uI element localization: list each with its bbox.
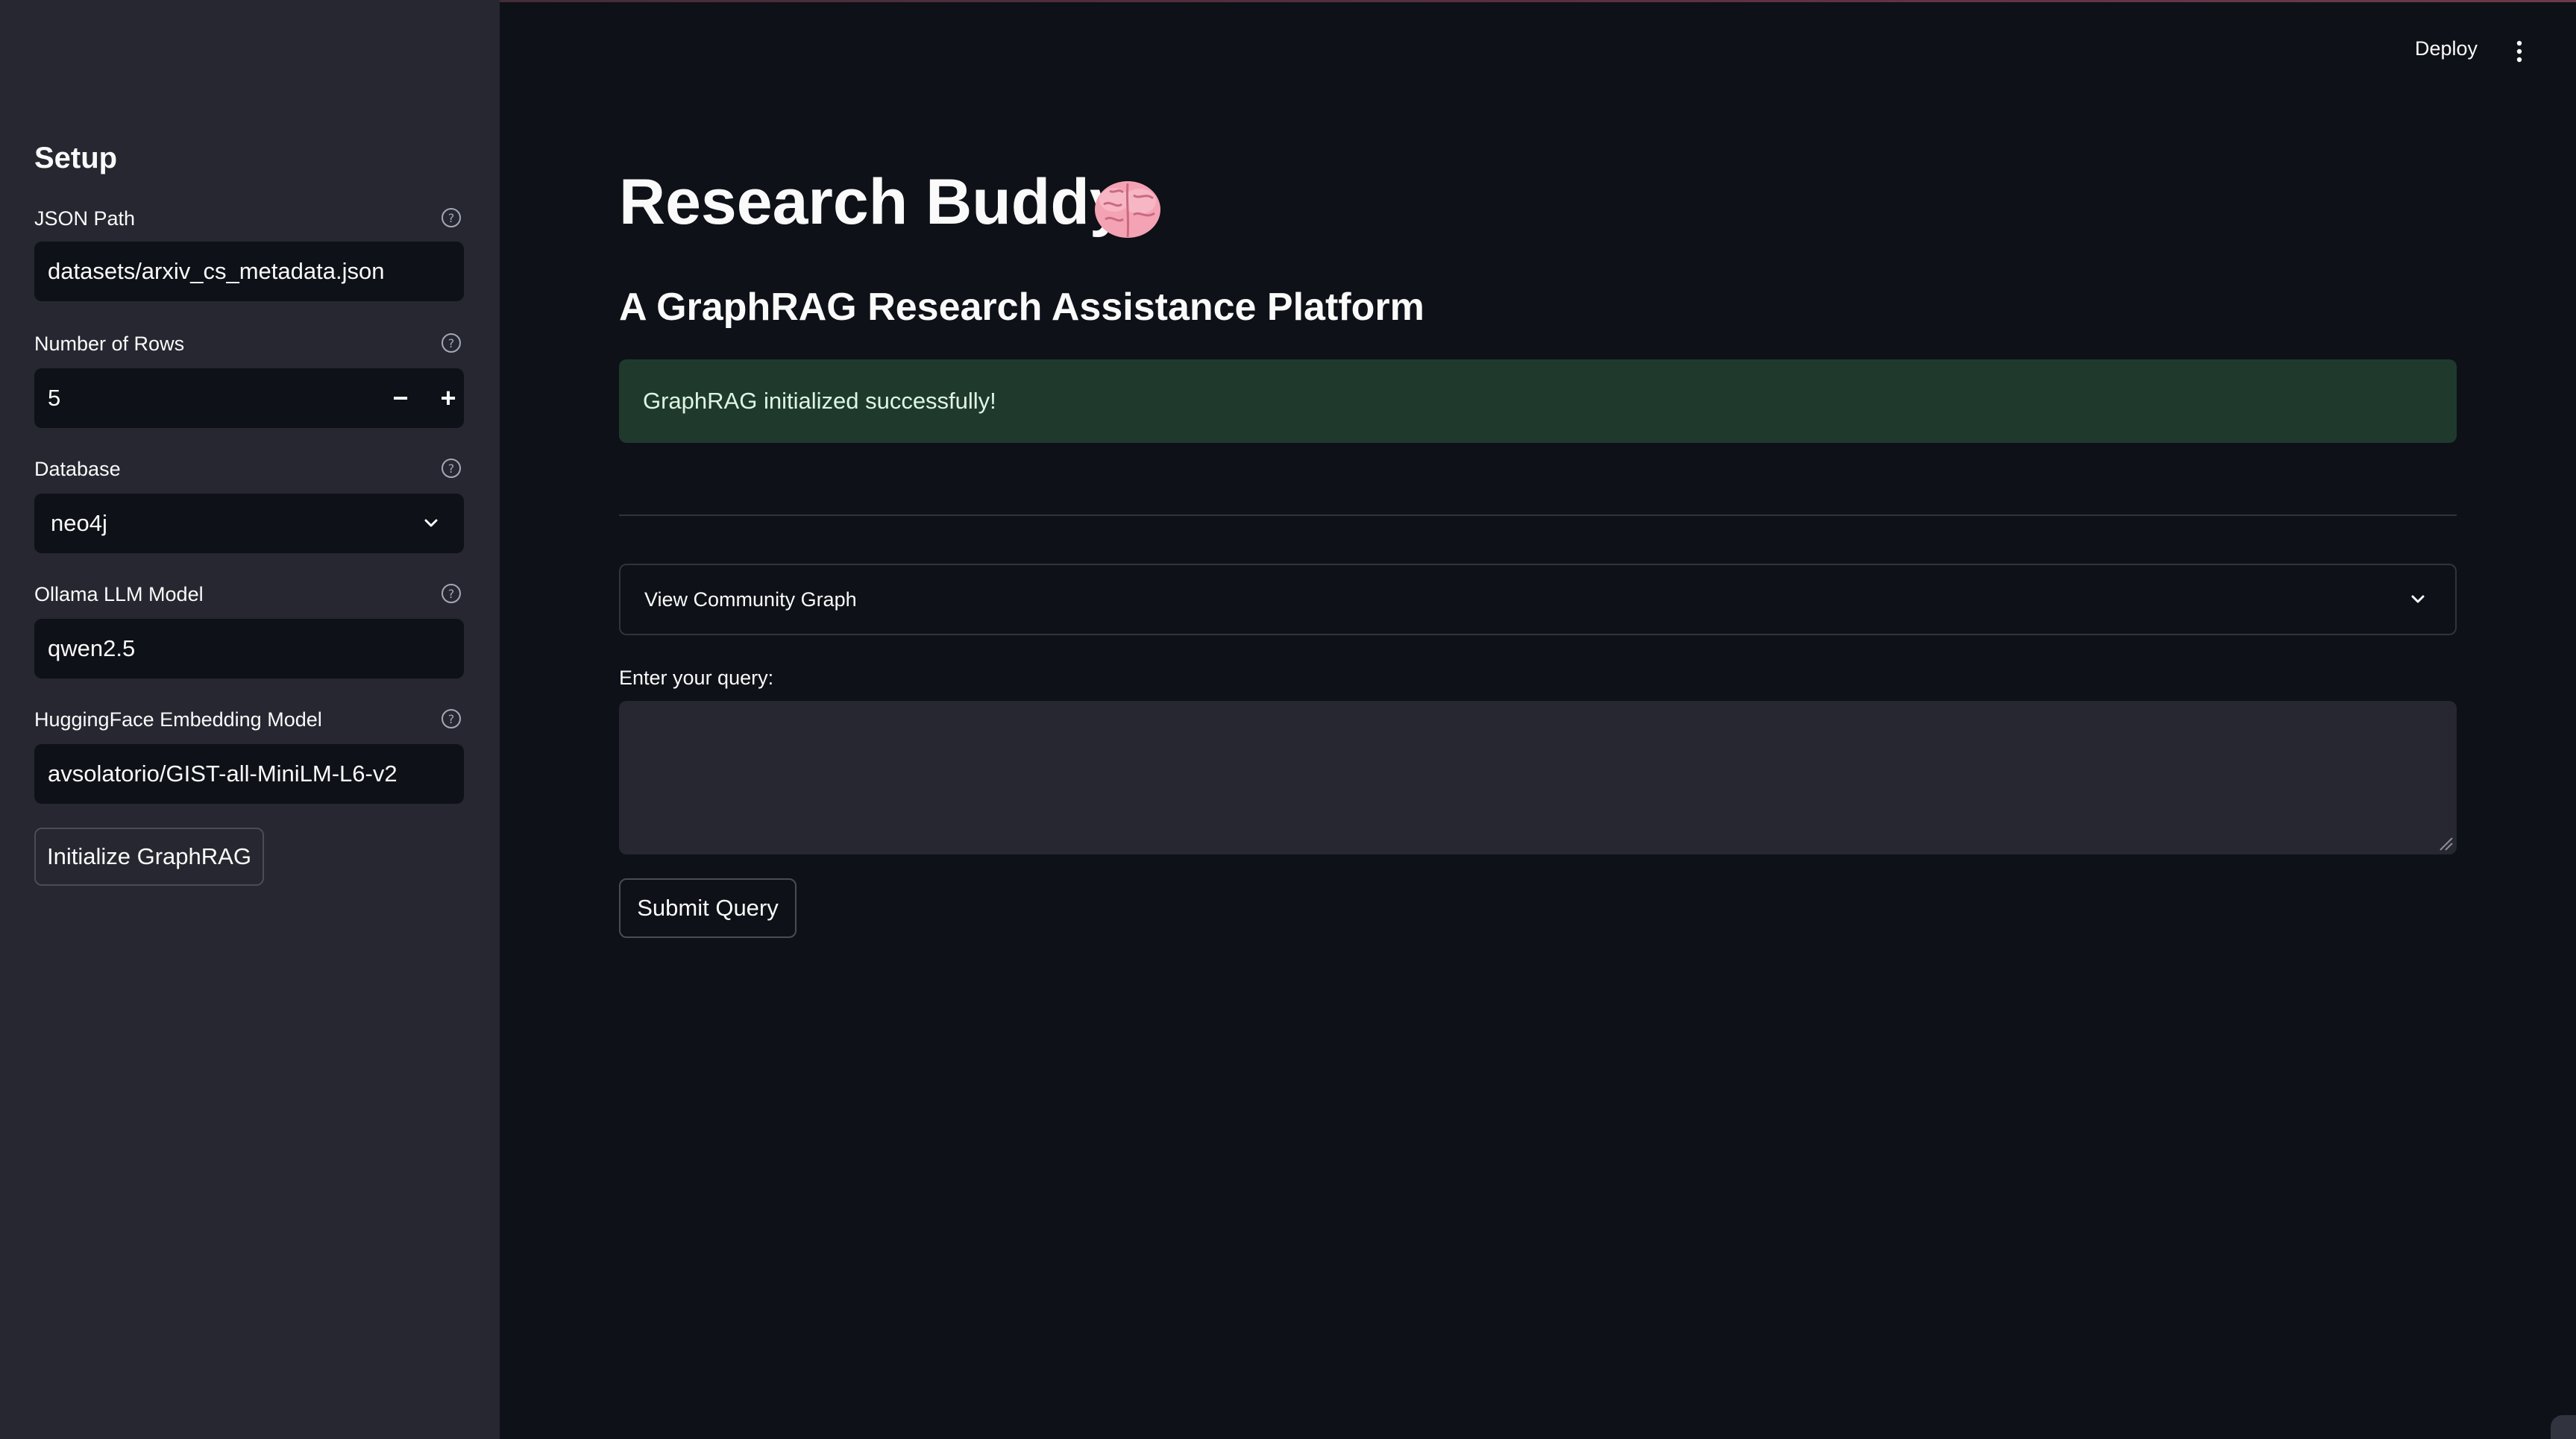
num-rows-label: Number of Rows bbox=[34, 333, 185, 355]
chevron-down-icon bbox=[2411, 595, 2425, 603]
decrement-button[interactable]: − bbox=[377, 368, 424, 428]
database-label: Database bbox=[34, 458, 121, 480]
brain-icon bbox=[1095, 181, 1160, 238]
sidebar: Setup JSON Path ? datasets/arxiv_cs_meta… bbox=[0, 0, 500, 1439]
llm-model-label: Ollama LLM Model bbox=[34, 583, 204, 605]
svg-text:?: ? bbox=[448, 712, 455, 726]
submit-query-button[interactable]: Submit Query bbox=[619, 878, 797, 938]
divider bbox=[619, 514, 2457, 516]
deploy-button[interactable]: Deploy bbox=[2415, 37, 2478, 60]
page-title: Research Buddy bbox=[619, 166, 1125, 238]
database-selected-value: neo4j bbox=[51, 510, 107, 536]
community-graph-expander[interactable]: View Community Graph bbox=[619, 564, 2457, 635]
expander-label: View Community Graph bbox=[644, 588, 857, 611]
database-select[interactable]: neo4j bbox=[34, 494, 464, 553]
initialize-graphrag-button[interactable]: Initialize GraphRAG bbox=[34, 828, 264, 886]
help-icon[interactable]: ? bbox=[440, 207, 462, 229]
increment-button[interactable]: + bbox=[425, 368, 471, 428]
help-icon[interactable]: ? bbox=[440, 457, 462, 479]
chevron-down-icon bbox=[424, 519, 438, 527]
sidebar-title: Setup bbox=[34, 142, 118, 174]
num-rows-stepper[interactable]: 5 − + bbox=[34, 368, 464, 428]
query-textarea[interactable] bbox=[619, 701, 2457, 854]
app-root: Setup JSON Path ? datasets/arxiv_cs_meta… bbox=[0, 0, 2576, 1439]
llm-model-input[interactable]: qwen2.5 bbox=[34, 619, 464, 678]
json-path-input[interactable]: datasets/arxiv_cs_metadata.json bbox=[34, 242, 464, 301]
help-icon[interactable]: ? bbox=[440, 332, 462, 354]
svg-text:?: ? bbox=[448, 462, 455, 476]
embedding-model-input[interactable]: avsolatorio/GIST-all-MiniLM-L6-v2 bbox=[34, 744, 464, 804]
embedding-model-label: HuggingFace Embedding Model bbox=[34, 708, 322, 731]
kebab-menu-icon[interactable] bbox=[2512, 39, 2527, 64]
success-alert: GraphRAG initialized successfully! bbox=[619, 359, 2457, 443]
status-corner-widget bbox=[2551, 1415, 2576, 1439]
help-icon[interactable]: ? bbox=[440, 582, 462, 605]
svg-text:?: ? bbox=[448, 211, 455, 225]
svg-text:?: ? bbox=[448, 587, 455, 601]
json-path-label: JSON Path bbox=[34, 207, 136, 230]
query-label: Enter your query: bbox=[619, 667, 774, 689]
page-subtitle: A GraphRAG Research Assistance Platform bbox=[619, 286, 1424, 329]
help-icon[interactable]: ? bbox=[440, 708, 462, 730]
num-rows-value[interactable]: 5 bbox=[48, 385, 60, 412]
resize-handle-icon[interactable] bbox=[2437, 835, 2454, 851]
svg-text:?: ? bbox=[448, 336, 455, 350]
